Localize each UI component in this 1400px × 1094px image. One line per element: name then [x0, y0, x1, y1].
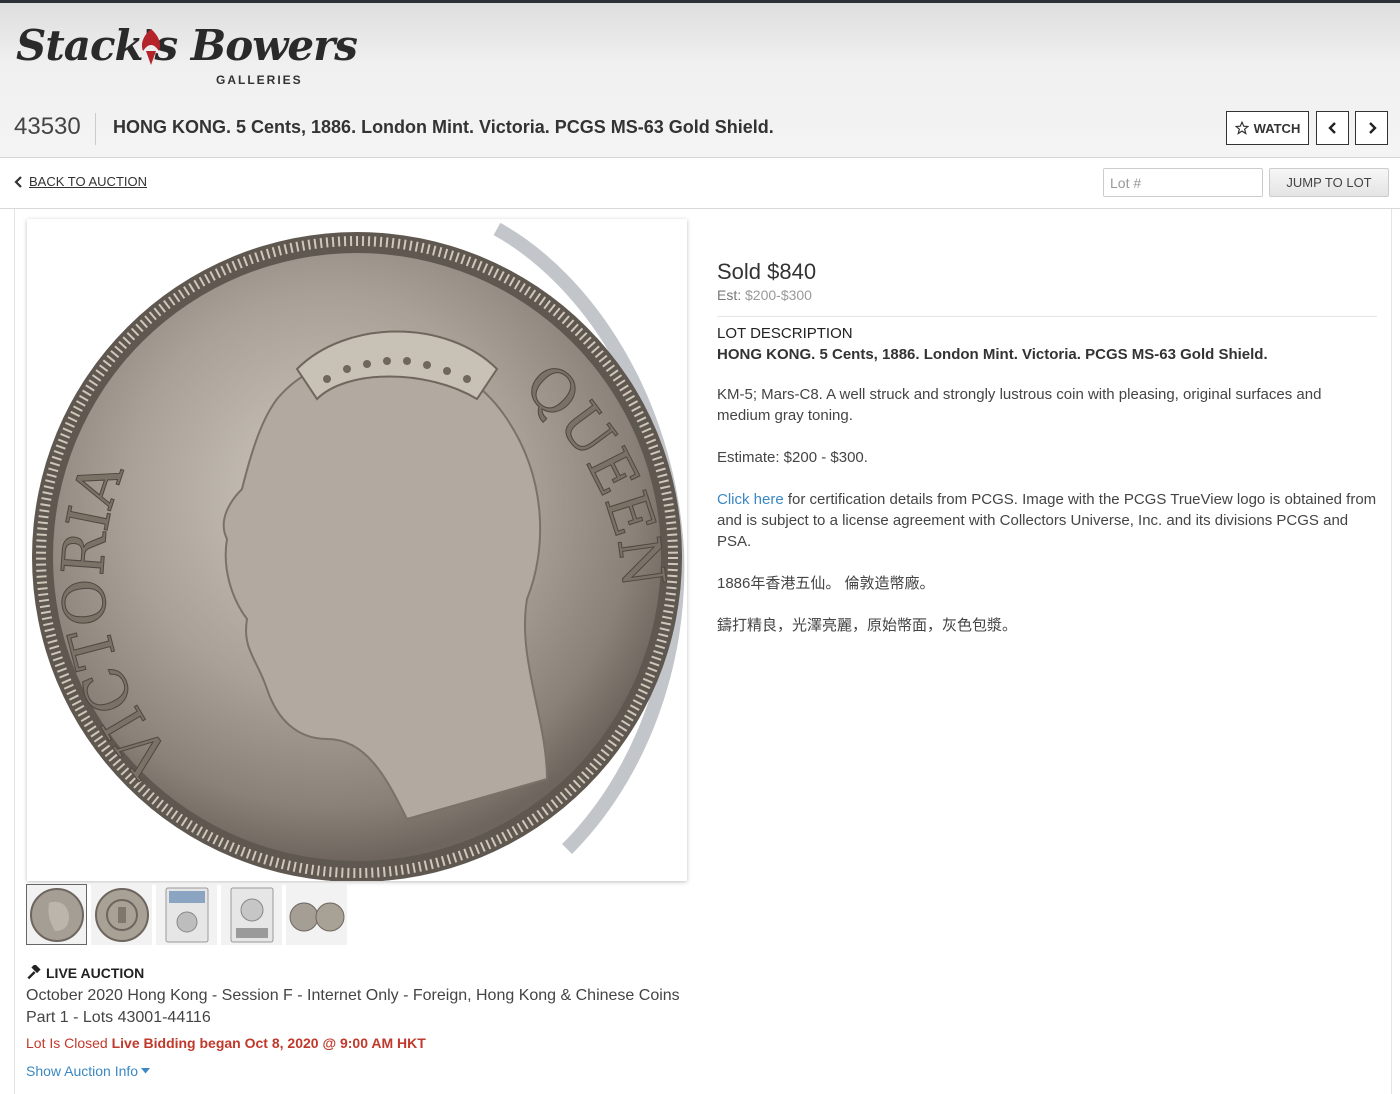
- gavel-icon: [27, 965, 41, 980]
- thumbnail-reverse[interactable]: [91, 884, 152, 945]
- chevron-left-icon: [1327, 122, 1336, 134]
- estimate-range: Est: $200-$300: [717, 287, 1377, 303]
- live-auction-text: LIVE AUCTION: [46, 965, 145, 981]
- phoenix-icon: [141, 29, 161, 65]
- stacks-bowers-logo[interactable]: Stack's Bowers GALLERIES: [16, 21, 358, 91]
- show-auction-info-label: Show Auction Info: [26, 1063, 139, 1079]
- chevron-left-icon: [14, 175, 22, 188]
- thumbnail-slab-front[interactable]: [156, 884, 217, 945]
- estimate-label: Est:: [717, 287, 742, 303]
- lot-description-heading: LOT DESCRIPTION: [717, 325, 853, 342]
- coin-obverse-image: VICTORIA QUEEN: [27, 219, 687, 881]
- estimate-value: $200-$300: [745, 287, 812, 303]
- back-to-auction-label: BACK TO AUCTION: [29, 174, 147, 189]
- lot-navigation-bar: BACK TO AUCTION JUMP TO LOT: [0, 158, 1400, 209]
- estimate-paragraph: Estimate: $200 - $300.: [717, 449, 868, 466]
- sold-price: Sold $840: [717, 259, 817, 284]
- lot-title-bar: 43530 HONG KONG. 5 Cents, 1886. London M…: [0, 107, 1400, 151]
- previous-lot-button[interactable]: [1316, 111, 1349, 145]
- lot-number-input[interactable]: [1103, 168, 1263, 197]
- logo-subtitle: GALLERIES: [216, 73, 303, 87]
- coin-thumb-icon: [29, 887, 84, 942]
- auction-info: LIVE AUCTION October 2020 Hong Kong - Se…: [26, 965, 696, 1079]
- lot-content: VICTORIA QUEEN LIVE AUCTION October 2020…: [14, 209, 1392, 1094]
- image-thumbnails: [26, 884, 347, 946]
- lot-title: HONG KONG. 5 Cents, 1886. London Mint. V…: [113, 117, 774, 137]
- description-paragraph: KM-5; Mars-C8. A well struck and strongl…: [717, 386, 1322, 424]
- show-auction-info-link[interactable]: Show Auction Info: [26, 1063, 696, 1079]
- lot-status: Lot Is Closed Live Bidding began Oct 8, …: [26, 1035, 696, 1051]
- chinese-description-paragraph: 鑄打精良，光澤亮麗，原始幣面，灰色包漿。: [717, 617, 1018, 634]
- watch-label: WATCH: [1253, 120, 1301, 136]
- lot-details: Sold $840 Est: $200-$300 LOT DESCRIPTION…: [717, 259, 1377, 636]
- main-coin-image[interactable]: VICTORIA QUEEN: [27, 219, 687, 881]
- back-to-auction-link[interactable]: BACK TO AUCTION: [14, 174, 147, 189]
- site-header: Stack's Bowers GALLERIES 43530 HONG KONG…: [0, 3, 1400, 158]
- slab-thumb-icon: [165, 887, 208, 942]
- live-auction-label: LIVE AUCTION: [26, 965, 696, 981]
- certification-paragraph: Click here for certification details fro…: [717, 489, 1377, 552]
- chinese-title-paragraph: 1886年香港五仙。 倫敦造幣廠。: [717, 575, 935, 592]
- thumbnail-obverse[interactable]: [26, 884, 87, 945]
- lot-number: 43530: [14, 113, 96, 145]
- caret-down-icon: [141, 1068, 151, 1074]
- lot-description-title: HONG KONG. 5 Cents, 1886. London Mint. V…: [717, 346, 1268, 363]
- star-icon: [1234, 121, 1249, 135]
- coins-pair-thumb-icon: [289, 902, 344, 931]
- chevron-right-icon: [1368, 122, 1377, 134]
- slab-thumb-icon: [230, 887, 273, 942]
- coin-thumb-icon: [94, 887, 149, 942]
- lot-closed-text: Lot Is Closed: [26, 1035, 108, 1051]
- details-divider: [717, 316, 1377, 317]
- thumbnail-slab-back[interactable]: [221, 884, 282, 945]
- next-lot-button[interactable]: [1355, 111, 1388, 145]
- auction-name: October 2020 Hong Kong - Session F - Int…: [26, 987, 680, 1026]
- certification-text: for certification details from PCGS. Ima…: [717, 491, 1377, 550]
- jump-to-lot-button[interactable]: JUMP TO LOT: [1269, 168, 1389, 197]
- pcgs-click-here-link[interactable]: Click here: [717, 491, 784, 508]
- thumbnail-both-sides[interactable]: [286, 884, 347, 945]
- bidding-began-text: Live Bidding began Oct 8, 2020 @ 9:00 AM…: [111, 1035, 426, 1051]
- watch-button[interactable]: WATCH: [1226, 111, 1309, 145]
- logo-wordmark: Stack's Bowers: [16, 21, 358, 70]
